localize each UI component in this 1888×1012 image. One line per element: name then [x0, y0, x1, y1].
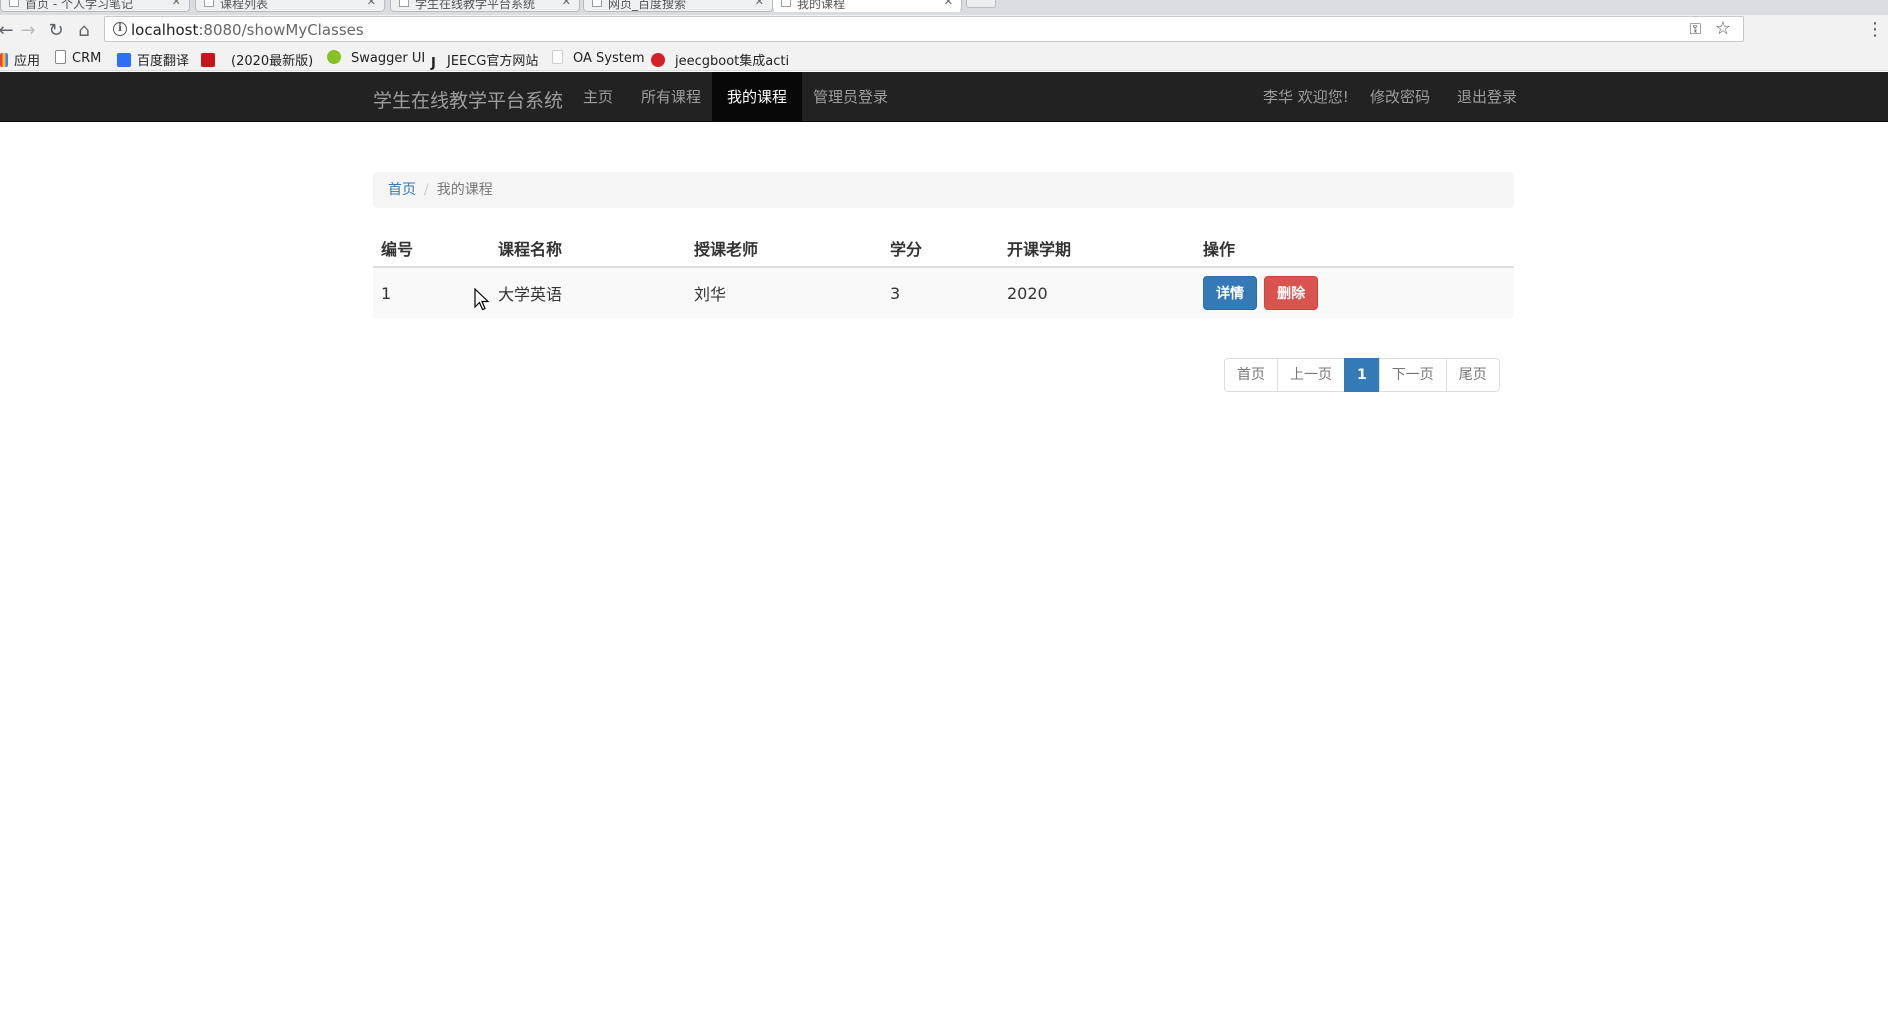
nav-change-password[interactable]: 修改密码: [1355, 72, 1445, 122]
csdn-icon: [201, 53, 215, 67]
page-icon: [781, 0, 791, 7]
close-icon[interactable]: ✕: [562, 0, 571, 8]
column-header-id: 编号: [373, 230, 490, 268]
bookmark-label: jeecgboot集成activi: [675, 54, 789, 68]
translate-icon: [117, 53, 131, 67]
browser-menu-icon[interactable]: ⋮: [1866, 19, 1884, 40]
page-icon: [399, 0, 409, 7]
forward-arrow-icon[interactable]: →: [16, 19, 40, 43]
table-header-row: 编号 课程名称 授课老师 学分 开课学期 操作: [373, 230, 1514, 268]
column-header-course-name: 课程名称: [490, 230, 686, 268]
browser-tab-label: 课程列表: [220, 0, 269, 11]
new-tab-button[interactable]: [966, 0, 996, 8]
reload-icon[interactable]: ↻: [44, 19, 68, 43]
browser-tab-label: 网页_百度搜索: [608, 0, 687, 11]
nav-welcome-user[interactable]: 李华 欢迎您!: [1248, 72, 1364, 122]
bookmark-label: Swagger UI: [351, 51, 426, 66]
column-header-teacher: 授课老师: [686, 230, 882, 268]
info-icon[interactable]: i: [113, 22, 127, 36]
home-icon[interactable]: ⌂: [72, 19, 96, 43]
jeecg-icon: J: [431, 56, 436, 71]
nav-admin-login[interactable]: 管理员登录: [798, 72, 903, 122]
page-icon: [592, 0, 602, 7]
apps-grid-icon: [0, 53, 8, 67]
browser-tab-label: 首页 - 个人学习笔记: [25, 0, 133, 11]
bookmark-label: JEECG官方网站: [447, 54, 539, 69]
key-icon[interactable]: ⚿: [1690, 20, 1701, 38]
url-path: :8080/showMyClasses: [198, 21, 364, 39]
close-icon[interactable]: ✕: [367, 0, 376, 8]
browser-tab[interactable]: 课程列表 ✕: [195, 0, 385, 12]
bookmark-baidu-translate[interactable]: 百度翻译: [117, 50, 190, 69]
page-icon: [9, 0, 19, 7]
swagger-icon: [327, 50, 341, 64]
pagination: 首页 上一页 1 下一页 尾页: [1224, 358, 1500, 392]
table-row: 1 大学英语 刘华 3 2020 详情 删除: [373, 267, 1514, 318]
page-prev-button[interactable]: 上一页: [1277, 358, 1345, 392]
browser-tab[interactable]: 学生在线教学平台系统 ✕: [390, 0, 580, 12]
my-courses-table: 编号 课程名称 授课老师 学分 开课学期 操作 1 大学英语 刘华 3 2020…: [373, 230, 1514, 318]
mouse-cursor-icon: [474, 288, 490, 311]
page-first-button[interactable]: 首页: [1224, 358, 1278, 392]
cell-course-name: 大学英语: [490, 267, 686, 318]
column-header-credit: 学分: [882, 230, 999, 268]
nav-logout[interactable]: 退出登录: [1442, 72, 1532, 122]
cell-actions: 详情 删除: [1195, 267, 1514, 318]
page-icon: [55, 50, 66, 64]
page-icon: [552, 50, 563, 64]
breadcrumb-separator: /: [424, 182, 429, 198]
bookmark-2020[interactable]: (2020最新版): [201, 50, 314, 69]
bookmark-label: CRM: [72, 51, 102, 66]
url-host: localhost: [131, 21, 199, 39]
browser-tab-active[interactable]: 我的课程 ✕: [772, 0, 962, 12]
brand-title[interactable]: 学生在线教学平台系统: [373, 86, 563, 113]
bookmark-label: 应用: [14, 54, 41, 69]
nav-home[interactable]: 主页: [568, 72, 628, 122]
bookmark-crm[interactable]: CRM: [55, 50, 101, 68]
page-next-button[interactable]: 下一页: [1378, 358, 1447, 392]
address-bar[interactable]: i localhost:8080/showMyClasses ⚿ ☆: [104, 16, 1744, 42]
gitee-icon: [651, 53, 665, 67]
app-navbar: 学生在线教学平台系统 主页 所有课程 我的课程 管理员登录 李华 欢迎您! 修改…: [0, 72, 1888, 122]
bookmarks-bar: 应用 CRM 百度翻译 (2020最新版) Swagger UI J JEECG官…: [0, 46, 1888, 71]
bookmark-label: OA System: [573, 51, 645, 66]
browser-tab-label: 学生在线教学平台系统: [415, 0, 536, 11]
browser-tab-label: 我的课程: [797, 0, 846, 11]
cell-term: 2020: [999, 267, 1195, 318]
close-icon[interactable]: ✕: [944, 0, 953, 8]
bookmark-oa-system[interactable]: OA System: [552, 50, 645, 68]
bookmark-label: 百度翻译: [137, 54, 190, 69]
url-text[interactable]: localhost:8080/showMyClasses: [131, 21, 364, 39]
browser-tab[interactable]: 网页_百度搜索 ✕: [583, 0, 773, 12]
page-last-button[interactable]: 尾页: [1445, 358, 1500, 392]
column-header-term: 开课学期: [999, 230, 1195, 268]
cell-credit: 3: [882, 267, 999, 318]
bookmark-apps[interactable]: 应用: [0, 50, 41, 69]
nav-my-courses[interactable]: 我的课程: [712, 72, 803, 122]
close-icon[interactable]: ✕: [755, 0, 764, 8]
bookmark-jeecg[interactable]: J JEECG官方网站: [431, 50, 539, 71]
page-icon: [204, 0, 214, 7]
delete-button[interactable]: 删除: [1264, 276, 1319, 310]
browser-tab[interactable]: 首页 - 个人学习笔记 ✕: [0, 0, 190, 12]
detail-button[interactable]: 详情: [1203, 276, 1257, 310]
bookmark-jeecgboot[interactable]: jeecgboot集成activi: [651, 50, 789, 68]
nav-all-courses[interactable]: 所有课程: [626, 72, 716, 122]
close-icon[interactable]: ✕: [172, 0, 181, 8]
column-header-actions: 操作: [1195, 230, 1514, 268]
cell-id: 1: [373, 267, 490, 318]
cell-teacher: 刘华: [686, 267, 882, 318]
browser-tab-strip: 首页 - 个人学习笔记 ✕ 课程列表 ✕ 学生在线教学平台系统 ✕ 网页_百度搜…: [0, 0, 1888, 15]
page-current[interactable]: 1: [1344, 358, 1380, 392]
breadcrumb-current: 我的课程: [436, 182, 493, 198]
breadcrumb-home-link[interactable]: 首页: [388, 182, 416, 198]
breadcrumb: 首页 / 我的课程: [373, 172, 1514, 208]
bookmark-swagger[interactable]: Swagger UI: [327, 50, 425, 68]
bookmark-star-icon[interactable]: ☆: [1715, 18, 1731, 39]
bookmark-label: (2020最新版): [231, 54, 314, 69]
